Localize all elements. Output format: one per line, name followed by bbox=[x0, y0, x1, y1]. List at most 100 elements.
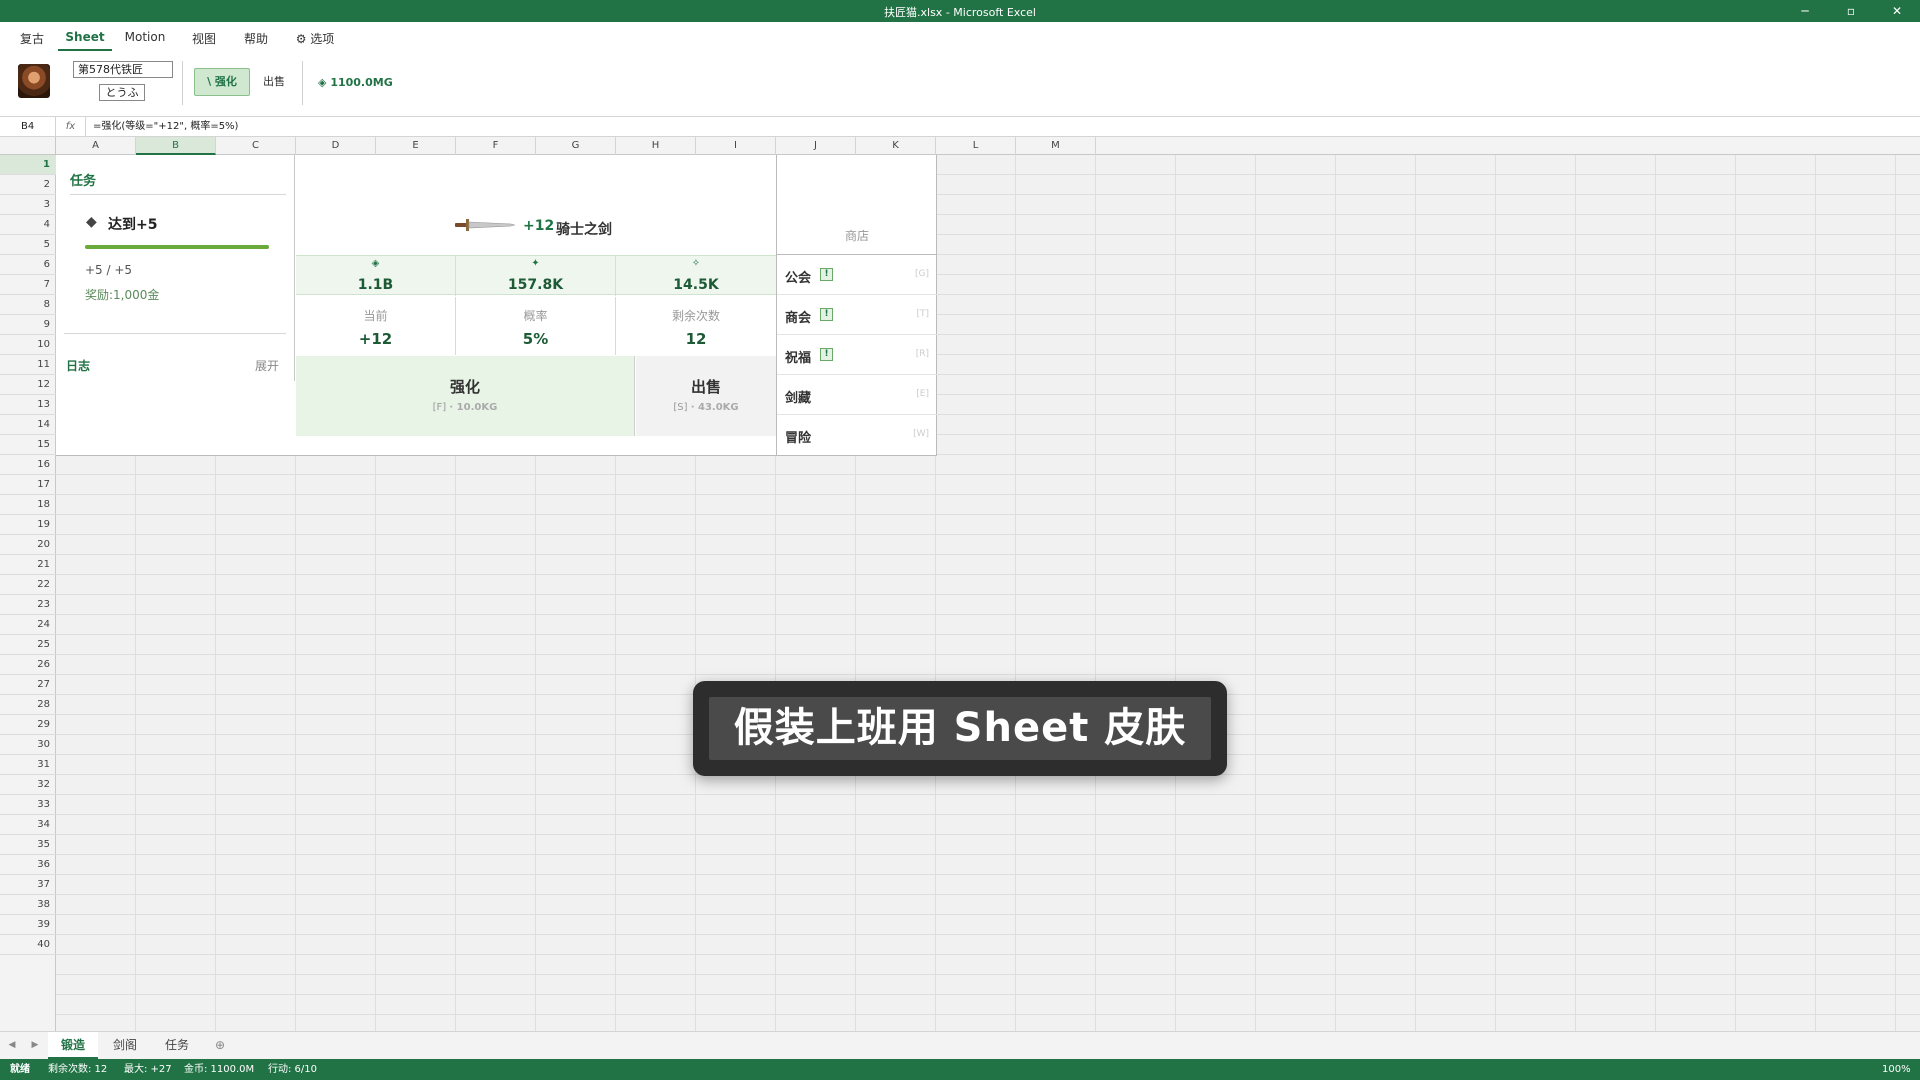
row-header[interactable]: 12 bbox=[0, 375, 56, 395]
prev-sheet-icon[interactable]: ◀ bbox=[4, 1032, 20, 1059]
column-header[interactable]: G bbox=[536, 137, 616, 155]
column-header[interactable]: F bbox=[456, 137, 536, 155]
shop-item-label: 祝福 bbox=[785, 351, 812, 366]
row-header[interactable]: 35 bbox=[0, 835, 56, 855]
panel-divider bbox=[294, 155, 295, 381]
tab-sheet[interactable]: Sheet bbox=[58, 30, 112, 51]
row-header[interactable]: 3 bbox=[0, 195, 56, 215]
row-header[interactable]: 37 bbox=[0, 875, 56, 895]
next-sheet-icon[interactable]: ▶ bbox=[27, 1032, 43, 1059]
sell-button[interactable]: 出售 bbox=[258, 68, 290, 96]
row-header[interactable]: 40 bbox=[0, 935, 56, 955]
shop-item-adventure[interactable]: 冒险 [W] bbox=[777, 415, 937, 455]
row-header[interactable]: 7 bbox=[0, 275, 56, 295]
column-header[interactable]: A bbox=[56, 137, 136, 155]
tab-help[interactable]: 帮助 bbox=[236, 30, 276, 51]
weapon-level: +12 bbox=[523, 218, 555, 234]
row-header[interactable]: 22 bbox=[0, 575, 56, 595]
row-header[interactable]: 10 bbox=[0, 335, 56, 355]
column-header[interactable]: K bbox=[856, 137, 936, 155]
row-header[interactable]: 8 bbox=[0, 295, 56, 315]
row-header[interactable]: 18 bbox=[0, 495, 56, 515]
info-label: 概率 bbox=[523, 309, 548, 323]
row-header[interactable]: 31 bbox=[0, 755, 56, 775]
row-header-selected[interactable]: 1 bbox=[0, 155, 56, 175]
sheet-tab-sword-pavilion[interactable]: 剑阁 bbox=[100, 1032, 150, 1059]
player-name-field[interactable]: とうふ bbox=[99, 84, 145, 101]
select-all-corner[interactable] bbox=[0, 137, 56, 155]
shop-hotkey: [R] bbox=[915, 349, 929, 359]
row-header[interactable]: 26 bbox=[0, 655, 56, 675]
status-ready: 就绪 bbox=[10, 1064, 30, 1075]
sell-action-button[interactable]: 出售 [S] · 43.0KG bbox=[636, 356, 776, 436]
log-expand-button[interactable]: 展开 bbox=[255, 357, 279, 374]
status-max: 最大: +27 bbox=[124, 1064, 172, 1075]
shop-item-chamber[interactable]: 商会 ! [T] bbox=[777, 295, 937, 335]
row-header[interactable]: 27 bbox=[0, 675, 56, 695]
enhance-button[interactable]: \ 强化 bbox=[194, 68, 250, 96]
tab-retro[interactable]: 复古 bbox=[14, 30, 50, 51]
row-header[interactable]: 33 bbox=[0, 795, 56, 815]
add-sheet-icon[interactable]: ⊕ bbox=[210, 1032, 230, 1059]
row-header[interactable]: 14 bbox=[0, 415, 56, 435]
row-header[interactable]: 38 bbox=[0, 895, 56, 915]
shop-item-guild[interactable]: 公会 ! [G] bbox=[777, 255, 937, 295]
row-header[interactable]: 11 bbox=[0, 355, 56, 375]
zoom-level[interactable]: 100% bbox=[1882, 1059, 1911, 1080]
row-header[interactable]: 30 bbox=[0, 735, 56, 755]
sheet-tab-forge[interactable]: 锻造 bbox=[48, 1032, 98, 1059]
row-header[interactable]: 2 bbox=[0, 175, 56, 195]
row-header[interactable]: 16 bbox=[0, 455, 56, 475]
formula-input[interactable]: =强化(等级="+12", 概率=5%) bbox=[93, 117, 238, 137]
close-button[interactable]: ✕ bbox=[1874, 0, 1920, 22]
enhance-action-button[interactable]: 强化 [F] · 10.0KG bbox=[296, 356, 635, 436]
column-header[interactable]: E bbox=[376, 137, 456, 155]
row-header[interactable]: 24 bbox=[0, 615, 56, 635]
row-header[interactable]: 19 bbox=[0, 515, 56, 535]
row-header[interactable]: 15 bbox=[0, 435, 56, 455]
tab-motion[interactable]: Motion bbox=[120, 30, 170, 51]
row-header[interactable]: 4 bbox=[0, 215, 56, 235]
column-header[interactable]: H bbox=[616, 137, 696, 155]
row-header[interactable]: 36 bbox=[0, 855, 56, 875]
log-title: 日志 bbox=[66, 359, 91, 373]
row-header[interactable]: 39 bbox=[0, 915, 56, 935]
row-header[interactable]: 20 bbox=[0, 535, 56, 555]
info-value: +12 bbox=[358, 330, 393, 348]
generation-field[interactable]: 第578代铁匠 bbox=[73, 61, 173, 78]
info-label: 剩余次数 bbox=[671, 309, 720, 323]
shop-item-blessing[interactable]: 祝福 ! [R] bbox=[777, 335, 937, 375]
window-title: 扶匠猫.xlsx - Microsoft Excel bbox=[884, 6, 1036, 19]
row-header[interactable]: 13 bbox=[0, 395, 56, 415]
row-header[interactable]: 6 bbox=[0, 255, 56, 275]
row-header[interactable]: 28 bbox=[0, 695, 56, 715]
shop-item-sword-vault[interactable]: 剑藏 [E] bbox=[777, 375, 937, 415]
ribbon: 第578代铁匠 とうふ \ 强化 出售 ◈ 1100.0MG bbox=[0, 51, 1920, 117]
name-box[interactable]: B4 bbox=[0, 117, 56, 137]
enhance-cost: · 10.0KG bbox=[449, 402, 498, 413]
sheet-tabs-bar: ◀ ▶ 锻造 剑阁 任务 ⊕ bbox=[0, 1031, 1920, 1059]
maximize-button[interactable]: ▫ bbox=[1828, 0, 1874, 22]
column-header[interactable]: M bbox=[1016, 137, 1096, 155]
row-header[interactable]: 9 bbox=[0, 315, 56, 335]
row-header[interactable]: 17 bbox=[0, 475, 56, 495]
sheet-tab-quest[interactable]: 任务 bbox=[152, 1032, 202, 1059]
column-header[interactable]: D bbox=[296, 137, 376, 155]
row-header[interactable]: 34 bbox=[0, 815, 56, 835]
column-header[interactable]: C bbox=[216, 137, 296, 155]
column-header-selected[interactable]: B bbox=[136, 137, 216, 155]
row-header[interactable]: 29 bbox=[0, 715, 56, 735]
row-header[interactable]: 5 bbox=[0, 235, 56, 255]
column-header[interactable]: J bbox=[776, 137, 856, 155]
sell-cost: · 43.0KG bbox=[690, 402, 739, 413]
minimize-button[interactable]: ─ bbox=[1782, 0, 1828, 22]
column-header[interactable]: I bbox=[696, 137, 776, 155]
row-header[interactable]: 23 bbox=[0, 595, 56, 615]
column-header[interactable]: L bbox=[936, 137, 1016, 155]
row-header[interactable]: 25 bbox=[0, 635, 56, 655]
tab-options[interactable]: ⚙ 选项 bbox=[290, 30, 340, 51]
row-header[interactable]: 32 bbox=[0, 775, 56, 795]
tab-view[interactable]: 视图 bbox=[184, 30, 224, 51]
row-header[interactable]: 21 bbox=[0, 555, 56, 575]
toast-message: 假装上班用 Sheet 皮肤 bbox=[709, 697, 1211, 760]
